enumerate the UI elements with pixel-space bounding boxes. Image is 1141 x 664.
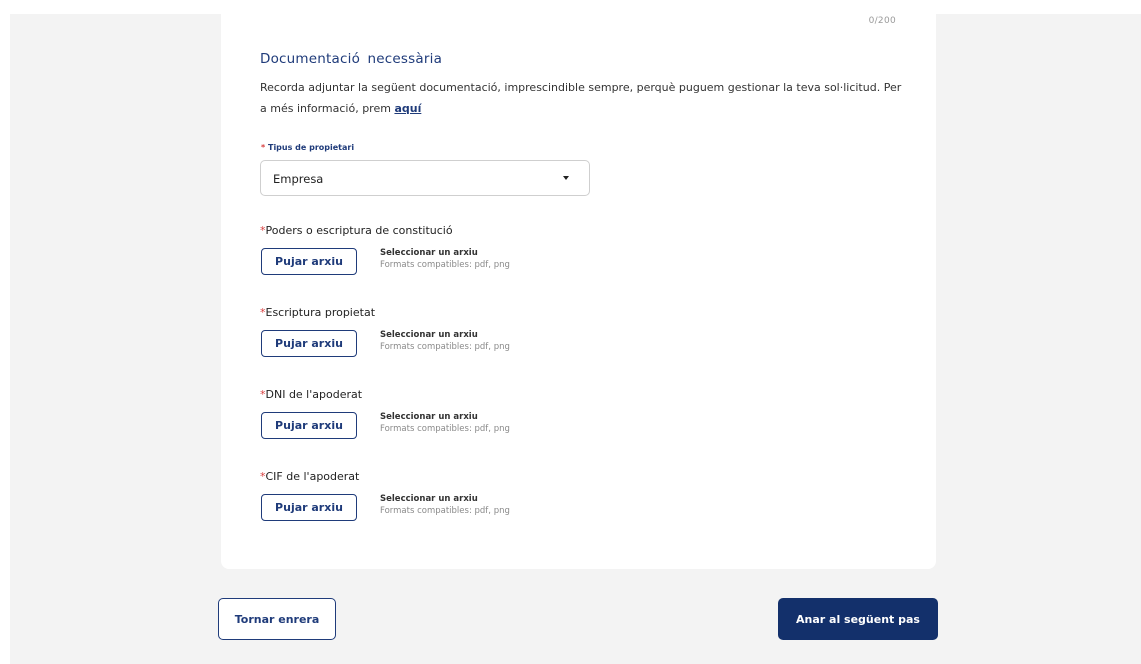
upload-info: Seleccionar un arxiu Formats compatibles…	[380, 493, 510, 517]
next-step-button[interactable]: Anar al següent pas	[778, 598, 938, 640]
upload-file-button[interactable]: Pujar arxiu	[261, 412, 357, 439]
owner-type-label-text: Tipus de propietari	[267, 143, 355, 152]
select-file-text: Seleccionar un arxiu	[380, 248, 478, 258]
document-title-text: Escriptura propietat	[265, 306, 376, 319]
more-info-link[interactable]: aquí	[394, 102, 421, 115]
document-title: *CIF de l'apoderat	[260, 470, 359, 483]
document-title: *Escriptura propietat	[260, 306, 375, 319]
compatible-formats-text: Formats compatibles: pdf, png	[380, 260, 510, 270]
document-title: *Poders o escriptura de constitució	[260, 224, 453, 237]
document-upload-group: *Escriptura propietat Pujar arxiu Selecc…	[260, 306, 760, 386]
compatible-formats-text: Formats compatibles: pdf, png	[380, 342, 510, 352]
upload-file-button[interactable]: Pujar arxiu	[261, 330, 357, 357]
compatible-formats-text: Formats compatibles: pdf, png	[380, 424, 510, 434]
caret-down-icon	[563, 176, 569, 180]
owner-type-value: Empresa	[273, 172, 324, 186]
compatible-formats-text: Formats compatibles: pdf, png	[380, 506, 510, 516]
document-upload-group: *DNI de l'apoderat Pujar arxiu Seleccion…	[260, 388, 760, 468]
select-file-text: Seleccionar un arxiu	[380, 330, 478, 340]
document-title-text: DNI de l'apoderat	[265, 388, 363, 401]
char-counter: 0/200	[868, 16, 896, 26]
select-file-text: Seleccionar un arxiu	[380, 494, 478, 504]
upload-info: Seleccionar un arxiu Formats compatibles…	[380, 329, 510, 353]
owner-type-select[interactable]: Empresa	[260, 160, 590, 196]
intro-text: Recorda adjuntar la següent documentació…	[260, 77, 910, 119]
select-file-text: Seleccionar un arxiu	[380, 412, 478, 422]
document-title-text: Poders o escriptura de constitució	[265, 224, 453, 237]
document-upload-group: *Poders o escriptura de constitució Puja…	[260, 224, 760, 304]
back-button[interactable]: Tornar enrera	[218, 598, 336, 640]
upload-file-button[interactable]: Pujar arxiu	[261, 494, 357, 521]
form-card: 0/200 Documentació necessària Recorda ad…	[221, 14, 936, 569]
document-title-text: CIF de l'apoderat	[265, 470, 360, 483]
document-title: *DNI de l'apoderat	[260, 388, 362, 401]
document-upload-group: *CIF de l'apoderat Pujar arxiu Seleccion…	[260, 470, 760, 550]
owner-type-label: * Tipus de propietari	[261, 143, 354, 152]
upload-file-button[interactable]: Pujar arxiu	[261, 248, 357, 275]
required-mark: *	[261, 143, 266, 152]
intro-body: Recorda adjuntar la següent documentació…	[260, 81, 902, 115]
upload-info: Seleccionar un arxiu Formats compatibles…	[380, 411, 510, 435]
upload-info: Seleccionar un arxiu Formats compatibles…	[380, 247, 510, 271]
section-title: Documentació necessària	[260, 51, 443, 67]
